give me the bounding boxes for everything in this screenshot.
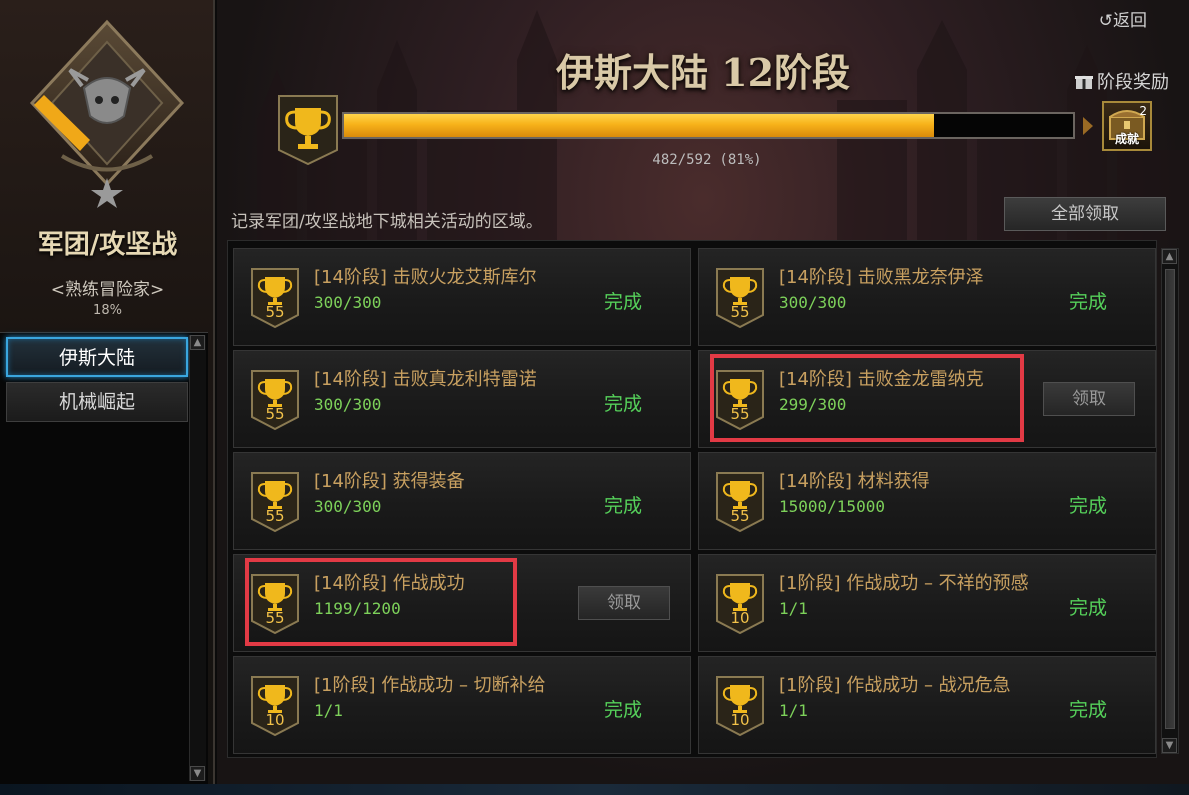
achievement-card: 55 [14阶段] 作战成功 1199/1200 领取 <box>233 554 691 652</box>
nav-scrollbar[interactable]: ▲ ▼ <box>189 335 206 781</box>
achievement-card: 55 [14阶段] 材料获得 15000/15000 完成 <box>698 452 1156 550</box>
reward-count: 2 <box>1139 104 1147 118</box>
achievement-card: 55 [14阶段] 击败真龙利特雷诺 300/300 完成 <box>233 350 691 448</box>
achievement-panel: ↺返回 伊斯大陆 12阶段 阶段奖励 2 成就 482/592 (81%) 记录军… <box>217 0 1189 795</box>
achievement-progress: 1199/1200 <box>314 599 401 618</box>
achievement-progress: 299/300 <box>779 395 847 414</box>
complete-status: 完成 <box>1069 597 1108 619</box>
achievement-card: 10 [1阶段] 作战成功 – 切断补给 1/1 完成 <box>233 656 691 754</box>
back-button[interactable]: ↺返回 <box>1099 6 1147 31</box>
complete-status: 完成 <box>1069 495 1108 517</box>
achievement-level: 55 <box>730 405 750 423</box>
claim-button[interactable]: 领取 <box>1043 382 1135 416</box>
nav-item-machine-uprising[interactable]: 机械崛起 <box>6 382 188 422</box>
gift-icon <box>1075 75 1093 89</box>
complete-status: 完成 <box>604 699 643 721</box>
achievement-level: 55 <box>265 609 285 627</box>
achievement-progress: 1/1 <box>779 701 808 720</box>
scroll-down-icon[interactable]: ▼ <box>190 766 205 781</box>
achievement-name: [14阶段] 获得装备 <box>314 471 465 492</box>
stage-reward-button[interactable]: 阶段奖励 <box>1075 68 1169 94</box>
rank-subtitle: <熟练冒险家> <box>50 280 165 300</box>
achievement-progress: 300/300 <box>779 293 847 312</box>
rank-percent: 18% <box>93 303 122 318</box>
achievement-list: 55 [14阶段] 击败火龙艾斯库尔 300/300 完成 55 [14阶段] 击败黑龙奈… <box>227 240 1189 760</box>
achievement-level: 55 <box>265 507 285 525</box>
achievement-name: [14阶段] 击败黑龙奈伊泽 <box>779 267 984 288</box>
achievement-level: 55 <box>265 405 285 423</box>
back-arrow-icon: ↺ <box>1098 11 1113 31</box>
legion-emblem-icon <box>29 19 185 208</box>
scroll-up-icon[interactable]: ▲ <box>1162 249 1177 264</box>
scroll-down-icon[interactable]: ▼ <box>1162 738 1177 753</box>
section-description: 记录军团/攻坚战地下城相关活动的区域。 <box>231 212 543 232</box>
stage-title: 伊斯大陆 12阶段 <box>555 50 851 95</box>
achievement-name: [14阶段] 作战成功 <box>314 573 465 594</box>
achievement-card: 10 [1阶段] 作战成功 – 战况危急 1/1 完成 <box>698 656 1156 754</box>
complete-status: 完成 <box>604 291 643 313</box>
achievement-name: [14阶段] 击败真龙利特雷诺 <box>314 369 537 390</box>
achievement-level: 55 <box>730 303 750 321</box>
achievement-card: 55 [14阶段] 击败黑龙奈伊泽 300/300 完成 <box>698 248 1156 346</box>
left-panel: 军团/攻坚战 <熟练冒险家> 18% 伊斯大陆 机械崛起 ▲ ▼ <box>0 0 215 795</box>
nav-item-isys-continent[interactable]: 伊斯大陆 <box>6 337 188 377</box>
complete-status: 完成 <box>1069 699 1108 721</box>
stage-progress-bar <box>342 112 1075 139</box>
achievement-level: 55 <box>730 507 750 525</box>
achievement-name: [1阶段] 作战成功 – 战况危急 <box>779 675 1011 696</box>
bottom-strip <box>0 784 1189 795</box>
reward-label: 成就 <box>1114 132 1139 146</box>
achievement-card: 10 [1阶段] 作战成功 – 不祥的预感 1/1 完成 <box>698 554 1156 652</box>
achievement-name: [14阶段] 材料获得 <box>779 471 930 492</box>
achievement-name: [14阶段] 击败金龙雷纳克 <box>779 369 984 390</box>
complete-status: 完成 <box>604 393 643 415</box>
stage-progress-fill <box>344 114 935 137</box>
claim-button[interactable]: 领取 <box>578 586 670 620</box>
achievement-level: 10 <box>730 609 750 627</box>
scroll-up-icon[interactable]: ▲ <box>190 335 205 350</box>
achievement-level: 10 <box>265 711 285 729</box>
claim-all-button[interactable]: 全部领取 <box>1004 197 1166 231</box>
scroll-thumb[interactable] <box>1165 269 1175 729</box>
achievement-progress: 1/1 <box>314 701 343 720</box>
achievement-card: 55 [14阶段] 击败火龙艾斯库尔 300/300 完成 <box>233 248 691 346</box>
progress-arrow-icon <box>1083 117 1093 135</box>
achievement-name: [1阶段] 作战成功 – 不祥的预感 <box>779 573 1029 594</box>
complete-status: 完成 <box>1069 291 1108 313</box>
achievement-scrollbar[interactable]: ▲ ▼ <box>1161 248 1179 754</box>
achievement-card: 55 [14阶段] 击败金龙雷纳克 299/300 领取 <box>698 350 1156 448</box>
reward-chest-button[interactable]: 2 成就 <box>1102 101 1152 151</box>
achievement-progress: 300/300 <box>314 293 382 312</box>
achievement-card: 55 [14阶段] 获得装备 300/300 完成 <box>233 452 691 550</box>
achievement-progress: 15000/15000 <box>779 497 885 516</box>
achievement-level: 55 <box>265 303 285 321</box>
achievement-progress: 300/300 <box>314 497 382 516</box>
complete-status: 完成 <box>604 495 643 517</box>
achievement-level: 10 <box>730 711 750 729</box>
stage-progress-text: 482/592 (81%) <box>652 152 762 168</box>
legion-title: 军团/攻坚战 <box>37 230 178 260</box>
achievement-name: [14阶段] 击败火龙艾斯库尔 <box>314 267 537 288</box>
achievement-progress: 300/300 <box>314 395 382 414</box>
achievement-name: [1阶段] 作战成功 – 切断补给 <box>314 675 546 696</box>
achievement-progress: 1/1 <box>779 599 808 618</box>
